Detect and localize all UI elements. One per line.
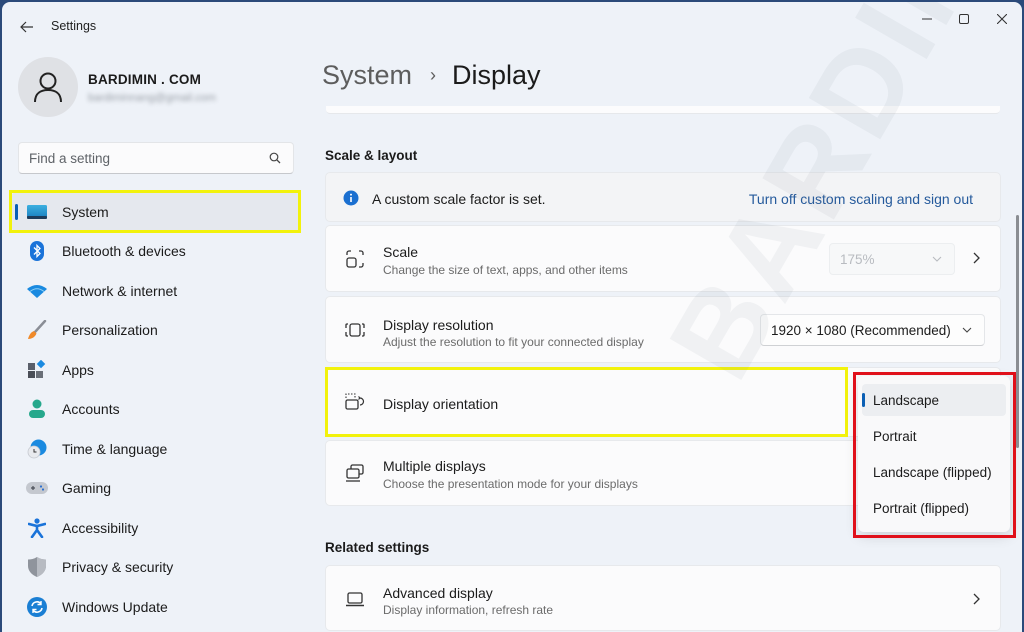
info-message: A custom scale factor is set.: [372, 191, 546, 207]
display-resolution-row: Display resolution Adjust the resolution…: [325, 296, 1001, 363]
sidebar-item-network[interactable]: Network & internet: [12, 271, 300, 311]
sidebar-item-label: Apps: [62, 361, 94, 378]
resolution-icon: [344, 319, 366, 341]
sidebar-item-label: Time & language: [62, 440, 168, 457]
scale-dropdown[interactable]: 175%: [829, 243, 955, 275]
wifi-icon: [26, 280, 48, 302]
app-title: Settings: [51, 19, 97, 33]
option-label: Portrait: [873, 428, 917, 444]
orientation-option-landscape-flipped[interactable]: Landscape (flipped): [862, 456, 1006, 488]
user-name: BARDIMIN . COM: [88, 72, 202, 87]
multiple-displays-icon: [344, 462, 366, 484]
multiple-displays-title: Multiple displays: [383, 458, 486, 474]
brush-icon: [26, 319, 48, 341]
shield-icon: [26, 556, 48, 578]
sidebar-item-label: Network & internet: [62, 282, 178, 299]
sidebar-item-label: Windows Update: [62, 598, 168, 615]
option-label: Landscape (flipped): [873, 464, 992, 480]
turn-off-custom-scaling-link[interactable]: Turn off custom scaling and sign out: [749, 191, 973, 207]
scale-value: 175%: [840, 251, 875, 267]
avatar[interactable]: [18, 57, 78, 117]
accessibility-icon: [26, 517, 48, 539]
chevron-down-icon: [932, 256, 942, 262]
laptop-icon: [344, 588, 366, 610]
search-box[interactable]: [18, 142, 294, 174]
time-language-icon: [26, 438, 48, 460]
sidebar-item-privacy-security[interactable]: Privacy & security: [12, 548, 300, 588]
scale-icon: [344, 248, 366, 270]
scale-row[interactable]: Scale Change the size of text, apps, and…: [325, 225, 1001, 292]
maximize-icon: [959, 14, 969, 24]
minimize-icon: [922, 18, 932, 20]
sidebar-item-personalization[interactable]: Personalization: [12, 311, 300, 351]
settings-window: Settings BARDIMIN . COM bardiminnang@gma…: [2, 2, 1022, 632]
update-icon: [26, 596, 48, 618]
page-title: Display: [452, 60, 541, 90]
section-title-related: Related settings: [325, 540, 430, 555]
advanced-display-title: Advanced display: [383, 585, 493, 601]
minimize-button[interactable]: [907, 6, 947, 32]
apps-icon: [26, 359, 48, 381]
sidebar-item-gaming[interactable]: Gaming: [12, 469, 300, 509]
sidebar-item-label: Bluetooth & devices: [62, 243, 186, 260]
breadcrumb-parent[interactable]: System: [322, 60, 412, 91]
sidebar-item-time-language[interactable]: Time & language: [12, 429, 300, 469]
scrolled-card-edge: [326, 106, 1000, 114]
sidebar-item-label: Privacy & security: [62, 559, 174, 576]
system-icon: [26, 201, 48, 223]
orientation-option-portrait[interactable]: Portrait: [862, 420, 1006, 452]
chevron-right-icon[interactable]: [968, 591, 984, 607]
sidebar-item-label: Accessibility: [62, 519, 139, 536]
gamepad-icon: [26, 477, 48, 499]
sidebar-nav: System Bluetooth & devices Network & int…: [12, 192, 300, 627]
orientation-option-portrait-flipped[interactable]: Portrait (flipped): [862, 492, 1006, 524]
orientation-title: Display orientation: [383, 396, 499, 412]
breadcrumb: System › Display: [322, 60, 541, 91]
option-label: Landscape: [873, 392, 940, 408]
sidebar-item-accounts[interactable]: Accounts: [12, 390, 300, 430]
user-email: bardiminnang@gmail.com: [88, 92, 216, 104]
chevron-right-icon[interactable]: [968, 250, 984, 266]
title-bar: Settings: [2, 2, 1022, 50]
advanced-display-row[interactable]: Advanced display Display information, re…: [325, 565, 1001, 631]
scale-subtitle: Change the size of text, apps, and other…: [383, 263, 628, 277]
resolution-value: 1920 × 1080 (Recommended): [771, 322, 951, 338]
sidebar-item-apps[interactable]: Apps: [12, 350, 300, 390]
search-icon[interactable]: [267, 150, 283, 166]
bluetooth-icon: [26, 240, 48, 262]
orientation-menu: Landscape Portrait Landscape (flipped) P…: [858, 376, 1010, 532]
accounts-icon: [26, 398, 48, 420]
multiple-displays-subtitle: Choose the presentation mode for your di…: [383, 477, 638, 491]
sidebar-item-bluetooth[interactable]: Bluetooth & devices: [12, 232, 300, 272]
sidebar-item-accessibility[interactable]: Accessibility: [12, 508, 300, 548]
arrow-left-icon: [20, 21, 33, 33]
option-label: Portrait (flipped): [873, 500, 970, 516]
chevron-down-icon: [962, 327, 972, 333]
user-icon: [34, 72, 62, 103]
maximize-button[interactable]: [944, 6, 984, 32]
resolution-dropdown[interactable]: 1920 × 1080 (Recommended): [760, 314, 985, 346]
back-button[interactable]: [16, 16, 38, 38]
close-button[interactable]: [982, 6, 1022, 32]
resolution-subtitle: Adjust the resolution to fit your connec…: [383, 335, 644, 349]
sidebar-item-label: Personalization: [62, 322, 158, 339]
orientation-icon: [344, 391, 366, 413]
breadcrumb-separator: ›: [430, 65, 437, 85]
resolution-title: Display resolution: [383, 317, 494, 333]
sidebar-item-label: System: [62, 203, 109, 220]
scrollbar-thumb[interactable]: [1016, 215, 1019, 448]
advanced-display-subtitle: Display information, refresh rate: [383, 603, 554, 617]
sidebar-item-label: Gaming: [62, 480, 112, 497]
sidebar-item-label: Accounts: [62, 401, 120, 418]
orientation-option-landscape[interactable]: Landscape: [862, 384, 1006, 416]
search-input[interactable]: [29, 150, 267, 166]
close-icon: [997, 14, 1007, 24]
sidebar-item-system[interactable]: System: [12, 192, 300, 232]
section-title-scale-layout: Scale & layout: [325, 148, 418, 163]
scale-title: Scale: [383, 244, 419, 260]
custom-scale-info-bar: A custom scale factor is set. Turn off c…: [325, 172, 1001, 222]
sidebar-item-windows-update[interactable]: Windows Update: [12, 587, 300, 627]
info-icon: [340, 187, 362, 209]
